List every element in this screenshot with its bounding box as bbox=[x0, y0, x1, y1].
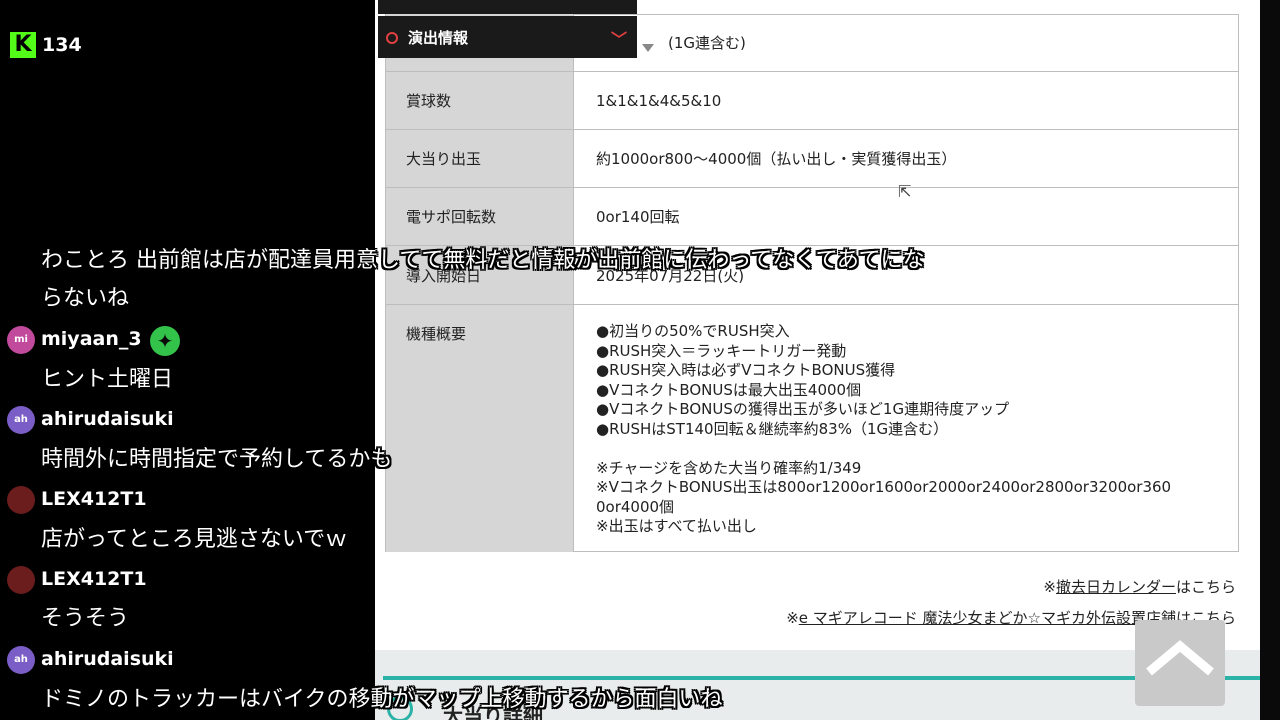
avatar: mi bbox=[7, 326, 35, 354]
chevron-up-icon bbox=[1146, 640, 1214, 676]
scroll-top-button[interactable] bbox=[1135, 620, 1225, 706]
overview-item: ●初当りの50%でRUSH突入 bbox=[596, 322, 790, 340]
table-row: 大当り出玉 約1000or800～4000個（払い出し・実質獲得出玉） bbox=[386, 129, 1238, 187]
shops-prefix: ※ bbox=[786, 609, 799, 627]
overview-item: ※出玉はすべて払い出し bbox=[596, 517, 757, 535]
chevron-down-icon: ﹀ bbox=[611, 30, 628, 49]
chat-username[interactable]: LEX412T1 bbox=[41, 488, 147, 510]
spec-table: (1G連含む) 賞球数 1&1&1&4&5&10 大当り出玉 約1000or80… bbox=[385, 14, 1239, 552]
dropdown-arrow-icon[interactable] bbox=[642, 44, 654, 52]
row0-value: (1G連含む) bbox=[668, 34, 746, 52]
overview-item: ※VコネクトBONUS出玉は800or1200or1600or2000or240… bbox=[596, 478, 1172, 496]
overview-item: ●VコネクトBONUSは最大出玉4000個 bbox=[596, 380, 862, 399]
chat-username[interactable]: miyaan_3 bbox=[41, 328, 142, 350]
table-header-cell: 賞球数 bbox=[386, 72, 574, 129]
removal-calendar-line: ※撤去日カレンダーはこちら bbox=[1043, 576, 1236, 597]
chat-message: わことろ 出前館は店が配達員用意してて無料だと情報が出前館に伝わってなくてあてに… bbox=[41, 248, 925, 273]
mouse-cursor-icon: ⇱ bbox=[898, 182, 912, 201]
viewer-badge: K 134 bbox=[10, 32, 82, 58]
chat-message: らないね bbox=[41, 286, 130, 311]
row-value: 0or140回転 bbox=[596, 208, 680, 226]
overview-list: ●初当りの50%でRUSH突入 ●RUSH突入＝ラッキートリガー発動 ●RUSH突入… bbox=[596, 322, 1238, 537]
table-row: 機種概要 ●初当りの50%でRUSH突入 ●RUSH突入＝ラッキートリガー発動 ●R… bbox=[386, 304, 1238, 552]
table-header-cell: 機種概要 bbox=[386, 305, 574, 552]
verified-badge-icon: ✦ bbox=[150, 326, 180, 356]
table-value-cell: 0or140回転 bbox=[596, 188, 1238, 245]
row-value: 1&1&1&4&5&10 bbox=[596, 91, 722, 110]
chat-username[interactable]: LEX412T1 bbox=[41, 568, 147, 590]
removal-suffix: はこちら bbox=[1175, 578, 1236, 596]
table-value-cell: 約1000or800～4000個（払い出し・実質獲得出玉） bbox=[596, 130, 1238, 187]
chat-username[interactable]: ahirudaisuki bbox=[41, 648, 174, 670]
viewer-count: 134 bbox=[42, 34, 82, 56]
chat-message: ドミノのトラッカーはバイクの移動がマップ上移動するから面白いね bbox=[41, 687, 723, 712]
avatar: ah bbox=[7, 646, 35, 674]
ring-icon bbox=[386, 32, 398, 44]
row-label: 賞球数 bbox=[406, 92, 452, 110]
window-edge bbox=[1260, 0, 1280, 720]
table-value-cell: (1G連含む) bbox=[668, 14, 1238, 71]
menu-label: 演出情報 bbox=[408, 29, 469, 47]
row-label: 大当り出玉 bbox=[406, 150, 482, 168]
avatar-image-icon bbox=[7, 486, 35, 514]
overview-item bbox=[596, 439, 1238, 459]
table-header-cell: 電サポ回転数 bbox=[386, 188, 574, 245]
row-label: 機種概要 bbox=[406, 325, 467, 343]
table-header-cell: 大当り出玉 bbox=[386, 130, 574, 187]
kick-logo-icon: K bbox=[10, 32, 36, 58]
overview-item: ※チャージを含めた大当り確率約1/349 bbox=[596, 458, 862, 477]
overview-item: ●VコネクトBONUSの獲得出玉が多いほど1G連期待度アップ bbox=[596, 400, 1010, 418]
shops-link[interactable]: e マギアレコード 魔法少女まどか☆マギカ外伝設置店舗 bbox=[799, 609, 1176, 627]
table-value-cell: ●初当りの50%でRUSH突入 ●RUSH突入＝ラッキートリガー発動 ●RUSH突入… bbox=[596, 322, 1238, 552]
overview-item: ●RUSH突入＝ラッキートリガー発動 bbox=[596, 341, 847, 360]
chat-message: 店がってところ見逃さないでｗ bbox=[41, 527, 348, 552]
avatar-image-icon bbox=[7, 566, 35, 594]
chat-message: 時間外に時間指定で予約してるかも bbox=[41, 447, 393, 472]
chat-message: ヒント土曜日 bbox=[41, 367, 174, 392]
table-row: 賞球数 1&1&1&4&5&10 bbox=[386, 71, 1238, 129]
table-value-cell: 1&1&1&4&5&10 bbox=[596, 72, 1238, 129]
removal-calendar-link[interactable]: 撤去日カレンダー bbox=[1056, 578, 1176, 596]
table-row: 電サポ回転数 0or140回転 bbox=[386, 187, 1238, 245]
chat-message: そうそう bbox=[41, 606, 130, 631]
section-divider bbox=[383, 676, 1260, 680]
removal-prefix: ※ bbox=[1043, 578, 1056, 596]
overview-item: 0or4000個 bbox=[596, 497, 675, 516]
overview-item: ●RUSH突入時は必ずVコネクトBONUS獲得 bbox=[596, 361, 896, 379]
overview-item: ●RUSHはST140回転＆継続率約83%（1G連含む） bbox=[596, 419, 949, 438]
web-page: (1G連含む) 賞球数 1&1&1&4&5&10 大当り出玉 約1000or80… bbox=[375, 0, 1260, 720]
row-label: 電サポ回転数 bbox=[406, 208, 497, 226]
menu-bar-top bbox=[378, 0, 637, 14]
row-value: 約1000or800～4000個（払い出し・実質獲得出玉） bbox=[596, 150, 957, 168]
chat-username[interactable]: ahirudaisuki bbox=[41, 408, 174, 430]
effects-info-menu[interactable]: 演出情報 ﹀ bbox=[378, 16, 637, 58]
avatar: ah bbox=[7, 406, 35, 434]
